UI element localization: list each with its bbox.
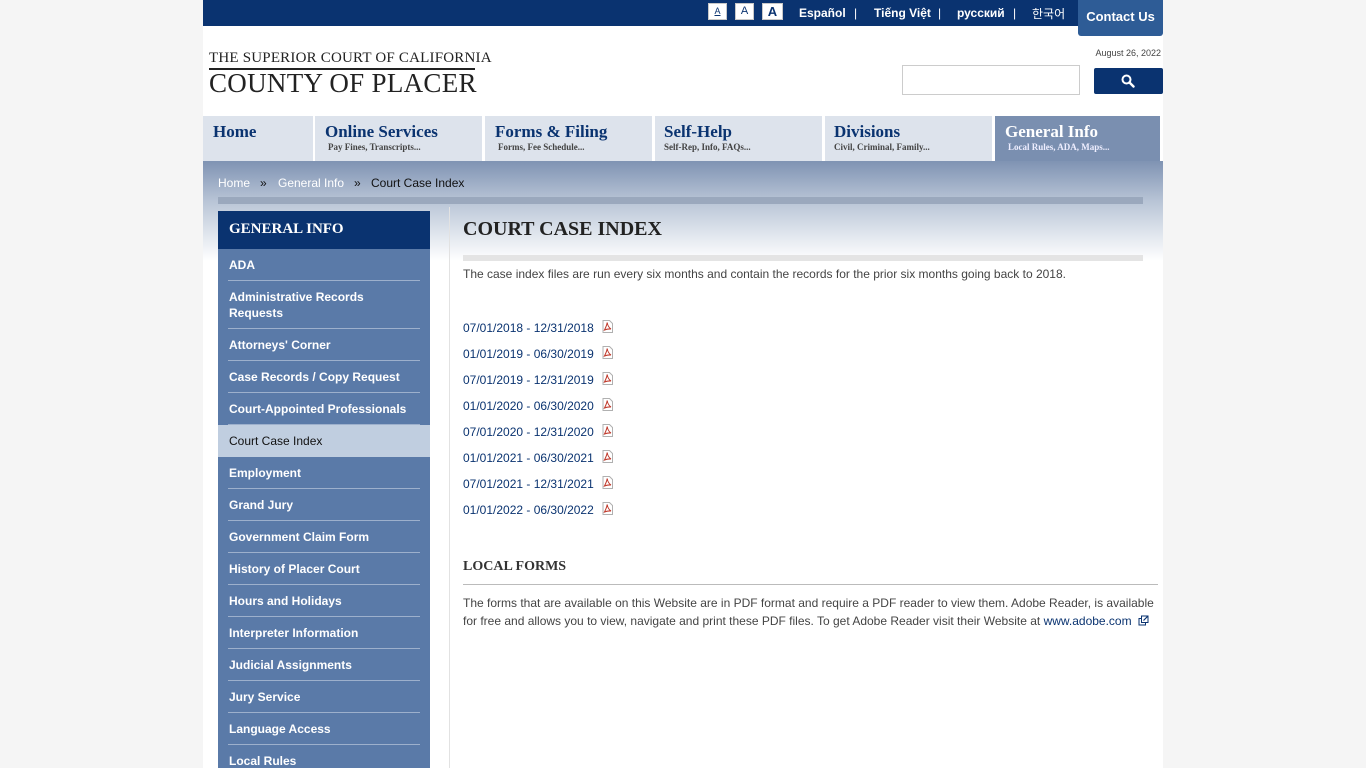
pdf-icon[interactable] xyxy=(602,424,613,437)
pdf-icon[interactable] xyxy=(602,502,613,515)
pdf-icon[interactable] xyxy=(602,346,613,359)
sidebar-title: GENERAL INFO xyxy=(218,211,430,249)
breadcrumb-general-info[interactable]: General Info xyxy=(278,176,344,190)
file-link[interactable]: 01/01/2020 - 06/30/2020 xyxy=(463,399,594,413)
title-rule xyxy=(463,255,1143,261)
breadcrumb-separator: » xyxy=(354,176,361,190)
file-row: 01/01/2019 - 06/30/2019 xyxy=(463,345,613,371)
current-date: August 26, 2022 xyxy=(1095,48,1161,58)
file-link[interactable]: 07/01/2019 - 12/31/2019 xyxy=(463,373,594,387)
sidebar-item-ada[interactable]: ADA xyxy=(228,249,420,281)
adobe-link[interactable]: www.adobe.com xyxy=(1044,614,1132,628)
file-link[interactable]: 07/01/2018 - 12/31/2018 xyxy=(463,321,594,335)
file-link[interactable]: 01/01/2022 - 06/30/2022 xyxy=(463,503,594,517)
language-separator: | xyxy=(938,6,942,20)
search-button[interactable] xyxy=(1094,68,1163,94)
nav-tab-subtitle: Forms, Fee Schedule... xyxy=(498,142,585,152)
sidebar-item-interpreter-information[interactable]: Interpreter Information xyxy=(228,617,420,649)
local-forms-title: LOCAL FORMS xyxy=(463,559,567,574)
language-link-spanish[interactable]: Español xyxy=(799,6,846,20)
nav-tab-subtitle: Pay Fines, Transcripts... xyxy=(328,142,421,152)
nav-tab-online-services[interactable]: Online Services Pay Fines, Transcripts..… xyxy=(315,116,482,161)
file-row: 07/01/2020 - 12/31/2020 xyxy=(463,423,613,449)
nav-tab-forms-filing[interactable]: Forms & Filing Forms, Fee Schedule... xyxy=(485,116,652,161)
page-title: COURT CASE INDEX xyxy=(463,218,662,240)
pdf-icon[interactable] xyxy=(602,476,613,489)
page: A A A Español | Tiếng Việt | русский | 한… xyxy=(203,0,1163,768)
logo-line1: THE SUPERIOR COURT OF CALIFORNIA xyxy=(209,50,492,66)
nav-tab-self-help[interactable]: Self-Help Self-Rep, Info, FAQs... xyxy=(655,116,822,161)
external-link-icon xyxy=(1138,615,1149,626)
language-link-russian[interactable]: русский xyxy=(957,6,1005,20)
font-size-small-button[interactable]: A xyxy=(708,3,727,20)
intro-text: The case index files are run every six m… xyxy=(463,267,1066,281)
nav-tab-title: Forms & Filing xyxy=(495,122,608,141)
court-logo[interactable]: THE SUPERIOR COURT OF CALIFORNIA COUNTY … xyxy=(209,50,492,98)
nav-tab-home[interactable]: Home xyxy=(203,116,313,161)
font-size-large-button[interactable]: A xyxy=(762,3,783,20)
logo-line2: COUNTY OF PLACER xyxy=(209,68,477,98)
breadcrumb-separator: » xyxy=(260,176,267,190)
file-row: 07/01/2021 - 12/31/2021 xyxy=(463,475,613,501)
sidebar-item-attorneys-corner[interactable]: Attorneys' Corner xyxy=(228,329,420,361)
sidebar-item-court-case-index[interactable]: Court Case Index xyxy=(218,425,430,457)
nav-tab-subtitle: Civil, Criminal, Family... xyxy=(834,142,930,152)
pdf-icon[interactable] xyxy=(602,372,613,385)
search-icon xyxy=(1121,74,1135,88)
language-link-vietnamese[interactable]: Tiếng Việt xyxy=(874,6,931,20)
sidebar: GENERAL INFO ADA Administrative Records … xyxy=(218,211,430,768)
sidebar-item-language-access[interactable]: Language Access xyxy=(228,713,420,745)
file-link[interactable]: 01/01/2019 - 06/30/2019 xyxy=(463,347,594,361)
file-list: 07/01/2018 - 12/31/2018 01/01/2019 - 06/3… xyxy=(463,319,613,527)
sidebar-item-judicial-assignments[interactable]: Judicial Assignments xyxy=(228,649,420,681)
font-size-medium-button[interactable]: A xyxy=(735,3,754,20)
file-row: 07/01/2019 - 12/31/2019 xyxy=(463,371,613,397)
sidebar-item-employment[interactable]: Employment xyxy=(228,457,420,489)
local-forms-rule xyxy=(463,584,1158,585)
pdf-icon[interactable] xyxy=(602,320,613,333)
language-separator: | xyxy=(1013,6,1017,20)
file-row: 01/01/2020 - 06/30/2020 xyxy=(463,397,613,423)
nav-tab-title: General Info xyxy=(1005,122,1099,141)
file-row: 01/01/2022 - 06/30/2022 xyxy=(463,501,613,527)
pdf-icon[interactable] xyxy=(602,398,613,411)
sidebar-item-history[interactable]: History of Placer Court xyxy=(228,553,420,585)
sidebar-item-administrative-records-requests[interactable]: Administrative Records Requests xyxy=(228,281,420,329)
nav-tab-title: Online Services xyxy=(325,122,438,141)
breadcrumb-home[interactable]: Home xyxy=(218,176,250,190)
language-separator: | xyxy=(854,6,858,20)
file-link[interactable]: 07/01/2020 - 12/31/2020 xyxy=(463,425,594,439)
file-link[interactable]: 07/01/2021 - 12/31/2021 xyxy=(463,477,594,491)
nav-tab-title: Divisions xyxy=(834,122,901,141)
nav-tab-subtitle: Local Rules, ADA, Maps... xyxy=(1008,142,1110,152)
content-divider xyxy=(449,207,450,768)
band-rule xyxy=(218,197,1143,204)
nav-tab-subtitle: Self-Rep, Info, FAQs... xyxy=(664,142,751,152)
sidebar-item-hours-holidays[interactable]: Hours and Holidays xyxy=(228,585,420,617)
file-row: 07/01/2018 - 12/31/2018 xyxy=(463,319,613,345)
sidebar-item-grand-jury[interactable]: Grand Jury xyxy=(228,489,420,521)
contact-us-button[interactable]: Contact Us xyxy=(1078,0,1163,36)
nav-tab-title: Self-Help xyxy=(664,122,732,141)
sidebar-item-court-appointed-professionals[interactable]: Court-Appointed Professionals xyxy=(228,393,420,425)
sidebar-item-local-rules[interactable]: Local Rules xyxy=(228,745,420,768)
nav-tab-divisions[interactable]: Divisions Civil, Criminal, Family... xyxy=(825,116,992,161)
nav-tab-title: Home xyxy=(213,122,257,141)
nav-tab-general-info[interactable]: General Info Local Rules, ADA, Maps... xyxy=(995,116,1160,162)
search-input[interactable] xyxy=(902,65,1080,95)
pdf-icon[interactable] xyxy=(602,450,613,463)
sidebar-item-case-records[interactable]: Case Records / Copy Request xyxy=(228,361,420,393)
top-bar: A A A Español | Tiếng Việt | русский | 한… xyxy=(203,0,1163,26)
file-link[interactable]: 01/01/2021 - 06/30/2021 xyxy=(463,451,594,465)
breadcrumb-current: Court Case Index xyxy=(371,176,465,190)
file-row: 01/01/2021 - 06/30/2021 xyxy=(463,449,613,475)
local-forms-text: The forms that are available on this Web… xyxy=(463,594,1159,630)
sidebar-item-government-claim-form[interactable]: Government Claim Form xyxy=(228,521,420,553)
language-link-korean[interactable]: 한국어 xyxy=(1032,5,1065,22)
sidebar-item-jury-service[interactable]: Jury Service xyxy=(228,681,420,713)
